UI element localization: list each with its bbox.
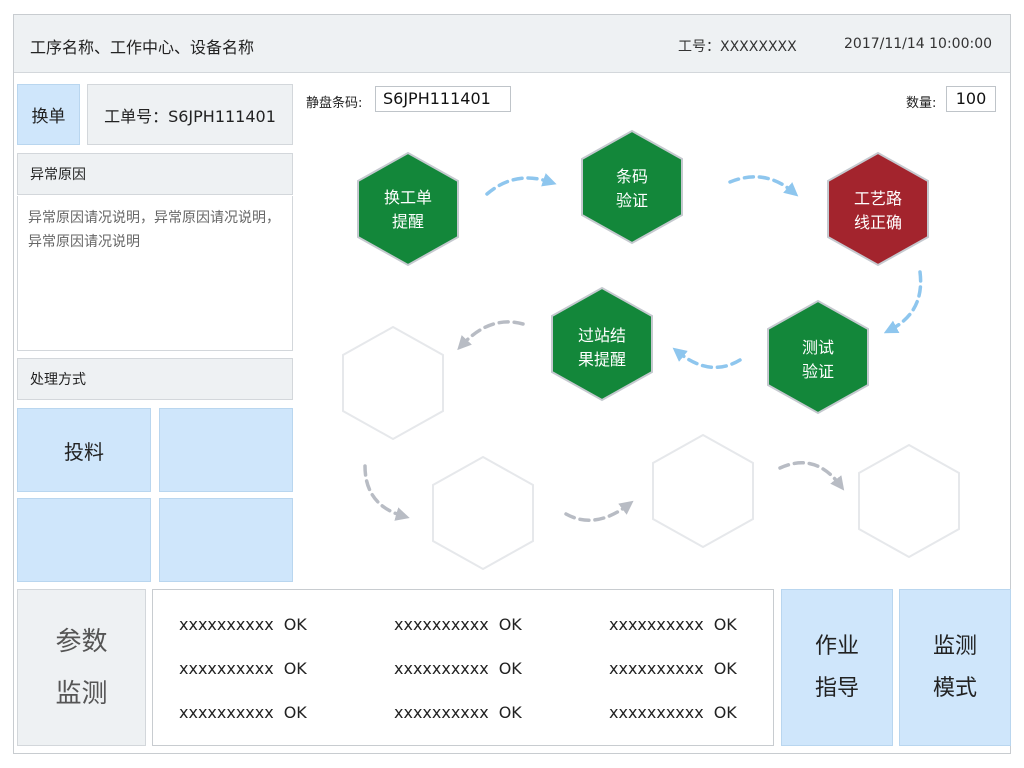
handling-method-header: 处理方式: [17, 358, 293, 400]
quantity-label: 数量:: [906, 96, 937, 111]
flow-step-7-hex: [432, 455, 534, 571]
flow-step-9-hex: [858, 443, 960, 559]
flow-step-8-hex: [652, 433, 754, 549]
status-item: xxxxxxxxxx OK: [179, 703, 307, 722]
flow-step-pass-result: 过站结 果提醒: [551, 286, 653, 402]
monitor-mode-button[interactable]: 监测 模式: [899, 589, 1011, 746]
status-item: xxxxxxxxxx OK: [609, 615, 737, 634]
datetime-display: 2017/11/14 10:00:00: [844, 36, 993, 52]
flow-step-test-verify: 测试 验证: [767, 299, 869, 415]
status-item: xxxxxxxxxx OK: [394, 703, 522, 722]
flow-step-2-line1: 条码: [616, 167, 648, 186]
parameter-monitor-button[interactable]: 参数 监测: [17, 589, 146, 746]
flow-step-3-line1: 工艺路: [854, 189, 902, 208]
flow-arrow-6: [363, 464, 410, 521]
abnormal-reason-header: 异常原因: [17, 153, 293, 195]
monitor-mode-line2: 模式: [932, 675, 977, 701]
flow-step-4-hex: [767, 299, 869, 415]
switch-order-button[interactable]: 换单: [17, 84, 80, 145]
flow-step-6-hex: [342, 325, 444, 441]
work-guide-button[interactable]: 作业 指导: [781, 589, 893, 746]
flow-arrow-7: [564, 500, 634, 522]
process-flow-diagram: 换工单 提醒 条码 验证 工艺路 线正确 测试 验证 过站结 果提醒: [342, 129, 960, 571]
flow-step-2-hex: [581, 129, 683, 245]
flow-step-1-hex: [357, 151, 459, 267]
status-item: xxxxxxxxxx OK: [609, 659, 737, 678]
status-item: xxxxxxxxxx OK: [394, 659, 522, 678]
flow-step-4-line2: 验证: [802, 362, 834, 381]
work-guide-line2: 指导: [814, 675, 859, 701]
flow-arrow-2: [728, 175, 799, 197]
monitor-mode-line1: 监测: [932, 633, 977, 659]
work-guide-line1: 作业: [814, 633, 859, 659]
header-bar: 工序名称、工作中心、设备名称 工号：XXXXXXXX 2017/11/14 10…: [14, 15, 1010, 73]
parameter-monitor-line1: 参数: [55, 626, 108, 657]
abnormal-reason-text: 异常原因请况说明，异常原因请况说明，异常原因请况说明: [17, 196, 293, 351]
status-item: xxxxxxxxxx OK: [394, 615, 522, 634]
handling-button-feed[interactable]: 投料: [17, 408, 151, 492]
status-item: xxxxxxxxxx OK: [179, 659, 307, 678]
handling-button-2[interactable]: [159, 408, 293, 492]
flow-step-1-line2: 提醒: [392, 212, 424, 231]
barcode-label: 静盘条码:: [306, 96, 363, 111]
work-order-number: 工单号：S6JPH111401: [87, 84, 293, 145]
flow-step-3-hex: [827, 151, 929, 267]
handling-button-3[interactable]: [17, 498, 151, 582]
flow-step-route-correct: 工艺路 线正确: [827, 151, 929, 267]
barcode-field[interactable]: S6JPH111401: [375, 86, 511, 112]
handling-button-4[interactable]: [159, 498, 293, 582]
quantity-field[interactable]: 100: [946, 86, 996, 112]
flow-arrow-3: [883, 270, 923, 334]
worker-id: 工号：XXXXXXXX: [678, 39, 797, 55]
flow-arrow-8: [778, 461, 845, 491]
parameter-monitor-line2: 监测: [55, 678, 108, 709]
flow-step-4-line1: 测试: [802, 338, 834, 357]
flow-step-3-line2: 线正确: [854, 213, 902, 232]
status-item: xxxxxxxxxx OK: [179, 615, 307, 634]
flow-step-2-line2: 验证: [616, 191, 648, 210]
status-list: xxxxxxxxxx OK xxxxxxxxxx OK xxxxxxxxxx OK x…: [152, 589, 774, 746]
flow-arrow-4: [672, 347, 742, 370]
page-title: 工序名称、工作中心、设备名称: [30, 38, 255, 57]
flow-arrow-5: [457, 320, 525, 351]
flow-arrow-1: [485, 173, 557, 196]
flow-step-barcode-verify: 条码 验证: [581, 129, 683, 245]
flow-step-5-line2: 果提醒: [578, 350, 626, 369]
flow-step-1-line1: 换工单: [384, 188, 432, 207]
status-item: xxxxxxxxxx OK: [609, 703, 737, 722]
flow-step-change-order: 换工单 提醒: [357, 151, 459, 267]
flow-step-5-line1: 过站结: [578, 326, 626, 345]
